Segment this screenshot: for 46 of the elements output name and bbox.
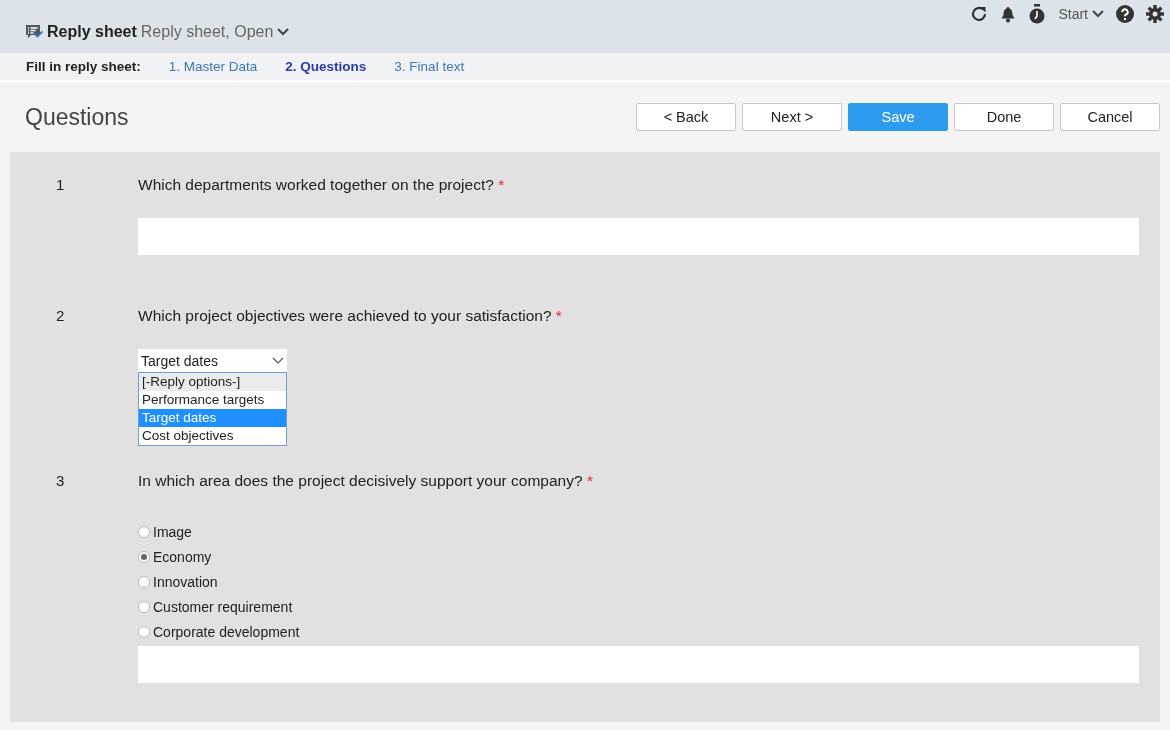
required-mark: *: [498, 176, 505, 193]
reload-icon[interactable]: [970, 5, 989, 23]
question-number: 1: [55, 176, 66, 195]
radio-label: Corporate development: [153, 624, 300, 640]
radio-label: Innovation: [153, 574, 218, 590]
dropdown-option[interactable]: [-Reply options-]: [139, 373, 286, 391]
bell-icon[interactable]: [1000, 5, 1017, 23]
question-text: Which departments worked together on the project? *: [138, 176, 506, 194]
chevron-down-icon: [1092, 10, 1104, 18]
sheet-status: Reply sheet, Open: [140, 23, 274, 41]
stopwatch-icon[interactable]: [1028, 4, 1047, 24]
answer-field[interactable]: [138, 646, 1139, 683]
radio-button[interactable]: [138, 576, 150, 588]
step-link[interactable]: 1. Master Data: [168, 59, 258, 74]
settings-icon[interactable]: [1146, 5, 1164, 23]
radio-button[interactable]: [138, 601, 150, 613]
radio-button[interactable]: [138, 626, 150, 638]
required-mark: *: [555, 307, 562, 324]
question-text: In which area does the project decisively support your company? *: [138, 472, 594, 490]
question-text: Which project objectives were achieved to your satisfaction? *: [138, 307, 563, 325]
start-menu[interactable]: Start: [1058, 6, 1104, 22]
dropdown-option[interactable]: Cost objectives: [139, 427, 286, 445]
radio-button[interactable]: [138, 551, 150, 563]
action-button[interactable]: Cancel: [1060, 103, 1160, 131]
action-button[interactable]: Next >: [742, 103, 842, 131]
radio-label: Economy: [153, 549, 212, 565]
radio-label: Image: [153, 524, 192, 540]
checklist-message-icon: [25, 23, 43, 41]
question-number: 3: [55, 472, 66, 491]
page-title: Questions: [25, 103, 129, 131]
dropdown-option[interactable]: Performance targets: [139, 391, 286, 409]
radio-label: Customer requirement: [153, 599, 293, 615]
question-number: 2: [55, 307, 66, 326]
action-button[interactable]: < Back: [636, 103, 736, 131]
chevron-down-icon: [272, 357, 284, 364]
steps-label: Fill in reply sheet:: [26, 59, 141, 74]
step-link[interactable]: 2. Questions: [285, 59, 367, 74]
action-button[interactable]: Done: [954, 103, 1054, 131]
answer-field[interactable]: [138, 218, 1139, 255]
step-link[interactable]: 3. Final text: [394, 59, 465, 74]
reply-dropdown[interactable]: Target dates: [138, 349, 287, 372]
help-icon[interactable]: [1116, 5, 1134, 23]
chevron-down-icon[interactable]: [277, 28, 290, 36]
required-mark: *: [586, 472, 593, 489]
sheet-title: Reply sheet: [47, 23, 137, 41]
radio-button[interactable]: [138, 526, 150, 538]
